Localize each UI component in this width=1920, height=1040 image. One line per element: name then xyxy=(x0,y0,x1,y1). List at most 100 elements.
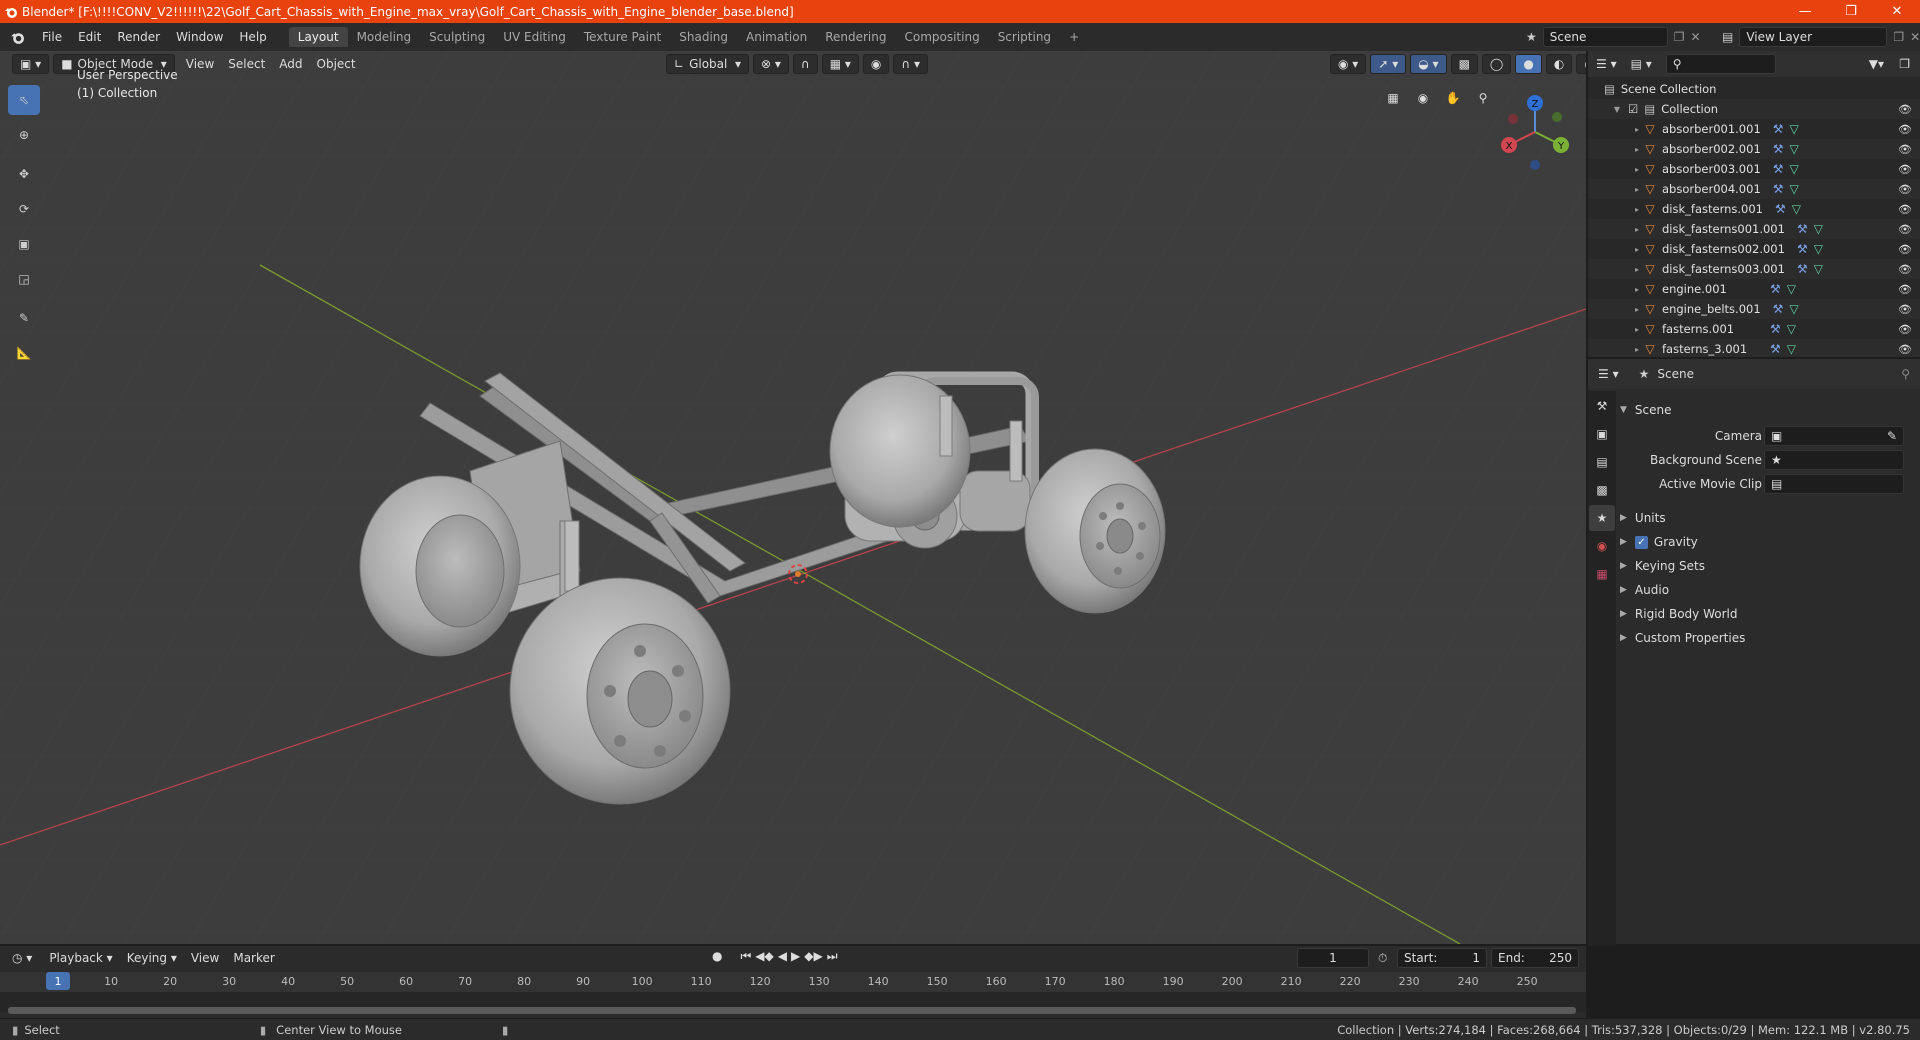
mesh-data-icon[interactable]: ▽ xyxy=(1814,222,1823,236)
end-frame-field[interactable]: End: 250 xyxy=(1491,948,1579,968)
annotate-tool[interactable]: ✎ xyxy=(8,303,40,333)
expand-triangle-icon[interactable]: ▼ xyxy=(1612,105,1622,114)
gizmo-neg-x[interactable] xyxy=(1508,114,1518,124)
menu-marker[interactable]: Marker xyxy=(226,951,281,965)
gravity-checkbox[interactable]: ✓ xyxy=(1634,535,1648,549)
eye-icon[interactable]: 👁 xyxy=(1898,323,1912,336)
delete-scene-icon[interactable]: ✕ xyxy=(1691,30,1701,44)
pan-view-button[interactable]: ✋ xyxy=(1440,85,1466,111)
blender-menu-icon[interactable] xyxy=(0,30,34,45)
menu-edit[interactable]: Edit xyxy=(70,30,109,44)
add-workspace-button[interactable]: + xyxy=(1060,27,1088,47)
modifier-wrench-icon[interactable]: ⚒ xyxy=(1797,262,1808,276)
snap-toggle[interactable]: ∩ xyxy=(792,54,818,74)
properties-section-custom-properties[interactable]: ▶ Custom Properties xyxy=(1620,627,1912,649)
snap-target-dropdown[interactable]: ▦ ▾ xyxy=(821,54,859,74)
timeline-editor-type-icon[interactable]: ◷ ▾ xyxy=(12,951,32,965)
mesh-data-icon[interactable]: ▽ xyxy=(1787,282,1796,296)
expand-triangle-icon[interactable]: ▸ xyxy=(1632,165,1642,174)
scene-tab[interactable]: ★ xyxy=(1589,505,1615,531)
view-layer-field[interactable]: View Layer xyxy=(1739,27,1888,47)
menu-add[interactable]: Add xyxy=(272,57,309,71)
outliner-object-row[interactable]: ▸ ▽ fasterns_3.001 ⚒ ▽ 👁 xyxy=(1588,339,1920,359)
prev-keyframe-button[interactable]: ◀◆ xyxy=(755,949,773,964)
start-frame-field[interactable]: Start: 1 xyxy=(1397,948,1487,968)
eye-icon[interactable]: 👁 xyxy=(1898,343,1912,356)
background-scene-field[interactable]: ★ xyxy=(1764,450,1904,470)
modifier-wrench-icon[interactable]: ⚒ xyxy=(1770,342,1781,356)
play-reverse-button[interactable]: ◀ xyxy=(778,949,787,964)
overlays-toggle[interactable]: ◒ ▾ xyxy=(1410,54,1447,74)
tab-scripting[interactable]: Scripting xyxy=(989,27,1060,47)
modifier-wrench-icon[interactable]: ⚒ xyxy=(1797,242,1808,256)
view-layer-icon[interactable]: ▤ xyxy=(1722,30,1733,44)
active-movie-clip-field[interactable]: ▤ xyxy=(1764,474,1904,494)
eye-icon[interactable]: 👁 xyxy=(1898,243,1912,256)
tab-uv-editing[interactable]: UV Editing xyxy=(494,27,575,47)
mesh-data-icon[interactable]: ▽ xyxy=(1787,342,1796,356)
jump-start-button[interactable]: ⏮ xyxy=(740,949,751,964)
mesh-data-icon[interactable]: ▽ xyxy=(1790,162,1799,176)
collection-row[interactable]: ▼ ☑ ▤ Collection 👁 xyxy=(1588,99,1920,119)
tab-texture-paint[interactable]: Texture Paint xyxy=(575,27,670,47)
gizmo-neg-y[interactable] xyxy=(1552,112,1562,122)
shading-wireframe-button[interactable]: ◯ xyxy=(1481,54,1512,74)
mesh-data-icon[interactable]: ▽ xyxy=(1790,182,1799,196)
scene-collection-row[interactable]: ▤ Scene Collection xyxy=(1588,79,1920,99)
cursor-tool[interactable]: ⊕ xyxy=(8,120,40,150)
rotate-tool[interactable]: ⟳ xyxy=(8,194,40,224)
eye-icon[interactable]: 👁 xyxy=(1898,203,1912,216)
menu-timeline-view[interactable]: View xyxy=(184,951,226,965)
menu-view[interactable]: View xyxy=(179,57,221,71)
pivot-point-dropdown[interactable]: ⊗ ▾ xyxy=(753,54,789,74)
mesh-data-icon[interactable]: ▽ xyxy=(1790,142,1799,156)
properties-section-keying-sets[interactable]: ▶ Keying Sets xyxy=(1620,555,1912,577)
timeline-scrollbar[interactable] xyxy=(8,1007,1576,1014)
eye-icon[interactable]: 👁 xyxy=(1898,163,1912,176)
view-layer-tab[interactable]: ▩ xyxy=(1589,477,1615,503)
transform-tool[interactable]: ◲ xyxy=(8,264,40,294)
modifier-wrench-icon[interactable]: ⚒ xyxy=(1797,222,1808,236)
menu-playback[interactable]: Playback ▾ xyxy=(42,951,119,965)
proportional-falloff-dropdown[interactable]: ∩ ▾ xyxy=(893,54,929,74)
texture-tab[interactable]: ▦ xyxy=(1589,561,1615,587)
eye-icon[interactable]: 👁 xyxy=(1898,123,1912,136)
outliner-object-row[interactable]: ▸ ▽ absorber004.001 ⚒ ▽ 👁 xyxy=(1588,179,1920,199)
modifier-wrench-icon[interactable]: ⚒ xyxy=(1773,162,1784,176)
eye-icon[interactable]: 👁 xyxy=(1898,103,1912,116)
outliner-object-row[interactable]: ▸ ▽ absorber002.001 ⚒ ▽ 👁 xyxy=(1588,139,1920,159)
gizmo-neg-z[interactable] xyxy=(1530,160,1540,170)
expand-triangle-icon[interactable]: ▸ xyxy=(1632,265,1642,274)
menu-file[interactable]: File xyxy=(34,30,70,44)
eye-icon[interactable]: 👁 xyxy=(1898,183,1912,196)
eye-icon[interactable]: 👁 xyxy=(1898,223,1912,236)
visibility-dropdown[interactable]: ◉ ▾ xyxy=(1330,54,1367,74)
outliner-search-input[interactable]: ⚲ xyxy=(1665,54,1776,74)
camera-view-button[interactable]: ◉ xyxy=(1410,85,1436,111)
zoom-view-button[interactable]: ⚲ xyxy=(1470,85,1496,111)
modifier-wrench-icon[interactable]: ⚒ xyxy=(1773,142,1784,156)
tab-modeling[interactable]: Modeling xyxy=(348,27,421,47)
xray-toggle[interactable]: ▩ xyxy=(1450,54,1478,74)
expand-triangle-icon[interactable]: ▸ xyxy=(1632,345,1642,354)
expand-triangle-icon[interactable]: ▸ xyxy=(1632,205,1642,214)
scene-selector-icon[interactable]: ★ xyxy=(1526,30,1537,44)
modifier-wrench-icon[interactable]: ⚒ xyxy=(1773,302,1784,316)
tab-animation[interactable]: Animation xyxy=(737,27,816,47)
expand-triangle-icon[interactable]: ▸ xyxy=(1632,225,1642,234)
move-tool[interactable]: ✥ xyxy=(8,159,40,189)
menu-object[interactable]: Object xyxy=(310,57,363,71)
modifier-wrench-icon[interactable]: ⚒ xyxy=(1773,182,1784,196)
next-keyframe-button[interactable]: ◆▶ xyxy=(804,949,822,964)
menu-window[interactable]: Window xyxy=(168,30,231,44)
modifier-wrench-icon[interactable]: ⚒ xyxy=(1775,202,1786,216)
world-tab[interactable]: ◉ xyxy=(1589,533,1615,559)
eye-icon[interactable]: 👁 xyxy=(1898,143,1912,156)
modifier-wrench-icon[interactable]: ⚒ xyxy=(1770,282,1781,296)
modifier-wrench-icon[interactable]: ⚒ xyxy=(1773,122,1784,136)
eye-icon[interactable]: 👁 xyxy=(1898,283,1912,296)
stopwatch-icon[interactable]: ⏱ xyxy=(1378,951,1387,966)
scale-tool[interactable]: ▣ xyxy=(8,229,40,259)
timeline-ruler[interactable]: 1102030405060708090100110120130140150160… xyxy=(0,972,1586,1010)
editor-type-button[interactable]: ▣ ▾ xyxy=(12,54,50,74)
